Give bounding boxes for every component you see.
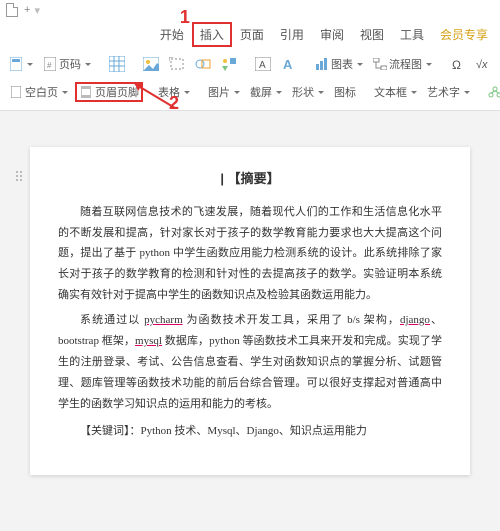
wordart-button[interactable]: 艺术字	[424, 83, 473, 101]
pagecode-button[interactable]: #页码	[40, 55, 94, 73]
ribbon-toolbar: #页码 A A 图表 流程图 Ω √x 空白页 页眉页脚 2 表格 图片 截屏 …	[0, 48, 500, 111]
header-footer-button[interactable]: 页眉页脚	[75, 82, 143, 102]
menu-page[interactable]: 页面	[232, 22, 272, 47]
toolbar-row-1: #页码 A A 图表 流程图 Ω √x	[6, 52, 494, 76]
menu-view[interactable]: 视图	[352, 22, 392, 47]
picture-button[interactable]: 图片	[205, 83, 243, 101]
picture-icon-large[interactable]	[140, 56, 162, 72]
svg-text:A: A	[283, 57, 293, 71]
abstract-paragraph-2: 系统通过以 pycharm 为函数技术开发工具，采用了 b/s 架构，djang…	[58, 310, 442, 414]
abstract-heading: | 【摘要】	[58, 167, 442, 192]
kw-mysql: mysql	[135, 335, 162, 347]
shape-icon-large[interactable]	[192, 56, 214, 72]
smartart-icon	[488, 85, 500, 99]
shape-button[interactable]: 形状	[289, 83, 327, 101]
header-footer-icon	[79, 85, 93, 99]
cover-page-icon	[9, 57, 23, 71]
chart-button-top[interactable]: 图表	[312, 55, 366, 73]
menu-review[interactable]: 审阅	[312, 22, 352, 47]
textbox-button[interactable]: 文本框	[371, 83, 420, 101]
blank-page-icon	[9, 85, 23, 99]
svg-text:A: A	[259, 60, 266, 71]
document-workspace: | 【摘要】 随着互联网信息技术的飞速发展，随着现代人们的工作和生活信息化水平的…	[0, 111, 500, 531]
pagecode-icon: #	[43, 57, 57, 71]
screenshot-icon-large[interactable]	[166, 56, 188, 72]
tab-dropdown[interactable]: ▾	[34, 4, 40, 17]
wordart-icon-large[interactable]: A	[278, 56, 300, 72]
iconlib-icon-large[interactable]	[218, 56, 240, 72]
doc-icon	[6, 3, 18, 17]
table-icon-large[interactable]	[106, 55, 128, 73]
iconlib-button[interactable]: 图标	[331, 83, 359, 101]
menu-tools[interactable]: 工具	[392, 22, 432, 47]
menu-member[interactable]: 会员专享	[432, 22, 496, 47]
toolbar-row-2: 空白页 页眉页脚 2 表格 图片 截屏 形状 图标 文本框 艺术字 智能图形 思…	[6, 80, 494, 104]
drag-handle-icon[interactable]	[16, 171, 26, 181]
cover-page-button[interactable]	[6, 56, 36, 72]
keywords-line: 【关键词】：Python 技术、Mysql、Django、知识点运用能力	[58, 421, 442, 442]
flowchart-button-top[interactable]: 流程图	[370, 55, 435, 73]
svg-text:Ω: Ω	[452, 58, 461, 71]
abstract-paragraph-1: 随着互联网信息技术的飞速发展，随着现代人们的工作和生活信息化水平的不断发展和提高…	[58, 202, 442, 306]
smartart-button[interactable]: 智能图形	[485, 83, 500, 101]
formula-icon-large[interactable]: √x	[473, 56, 497, 72]
annotation-2: 2	[169, 94, 179, 112]
symbol-icon-large[interactable]: Ω	[447, 56, 469, 72]
blank-page-button[interactable]: 空白页	[6, 83, 71, 101]
menu-insert[interactable]: 插入	[192, 22, 232, 47]
screenshot-button[interactable]: 截屏	[247, 83, 285, 101]
kw-django: django	[400, 314, 430, 326]
new-tab-plus[interactable]: +	[24, 4, 30, 16]
document-page[interactable]: | 【摘要】 随着互联网信息技术的飞速发展，随着现代人们的工作和生活信息化水平的…	[30, 147, 470, 475]
textbox-icon-large[interactable]: A	[252, 56, 274, 72]
title-bar: + ▾	[0, 0, 500, 20]
menu-bar: 开始 1 插入 页面 引用 审阅 视图 工具 会员专享	[0, 20, 500, 48]
menu-reference[interactable]: 引用	[272, 22, 312, 47]
svg-text:√x: √x	[476, 59, 488, 71]
kw-pycharm: pycharm	[144, 314, 182, 326]
annotation-1: 1	[180, 8, 190, 26]
svg-text:#: #	[47, 61, 52, 70]
flowchart-icon	[373, 57, 387, 71]
chart-icon	[315, 57, 329, 71]
